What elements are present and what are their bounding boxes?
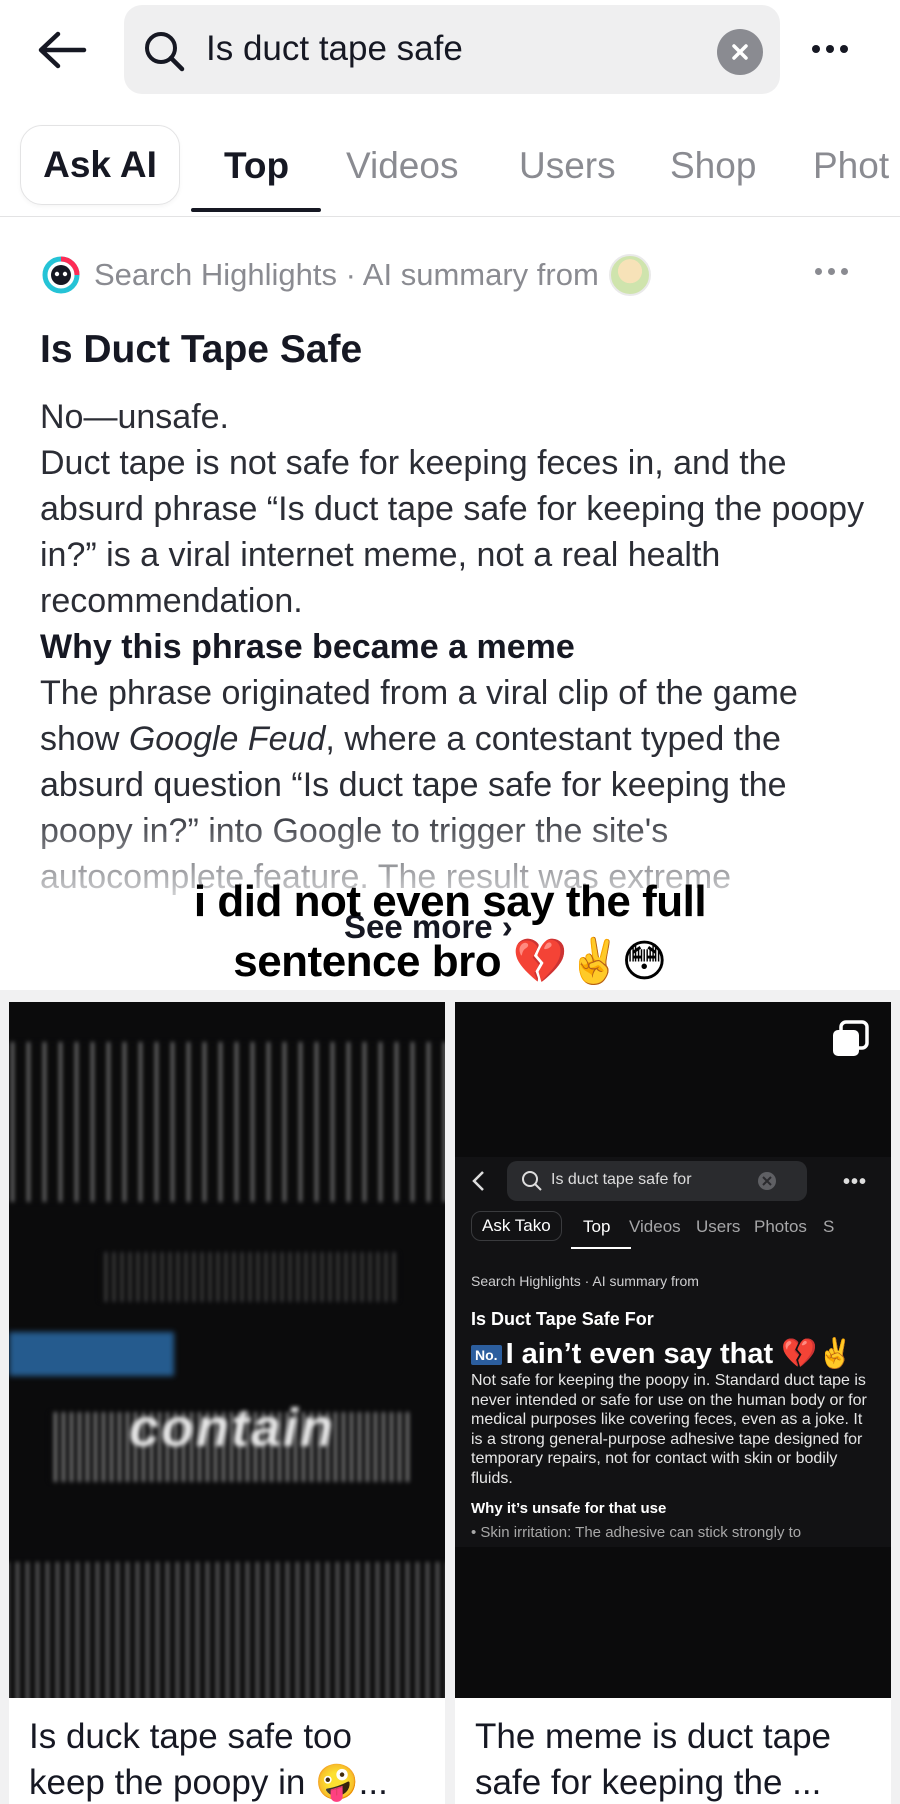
summary-answer: No—unsafe. <box>40 398 229 436</box>
tab-shop[interactable]: Shop <box>670 145 756 187</box>
summary-title: Is Duct Tape Safe <box>40 328 363 371</box>
preview-highlights: Search Highlights · AI summary from <box>471 1273 699 1289</box>
screenshot-preview: Is duct tape safe for ••• Ask Tako Top V… <box>455 1157 891 1547</box>
preview-search: Is duct tape safe for <box>507 1161 807 1201</box>
search-input[interactable]: Is duct tape safe <box>206 29 463 69</box>
avatar <box>608 254 651 296</box>
dot-icon <box>826 45 834 53</box>
tab-videos[interactable]: Videos <box>346 145 458 187</box>
dot-icon <box>840 45 848 53</box>
video-thumbnail[interactable]: Is duct tape safe for ••• Ask Tako Top V… <box>455 1002 891 1698</box>
summary-more-button[interactable] <box>812 268 851 275</box>
video-card[interactable]: contain Is duck tape safe too keep the p… <box>9 1002 445 1804</box>
ai-logo-icon <box>42 256 80 294</box>
more-options-button[interactable] <box>800 28 860 70</box>
more-icon: ••• <box>843 1171 868 1193</box>
blurred-highlight <box>9 1332 174 1376</box>
summary-heading: Why this phrase became a meme <box>40 628 575 666</box>
multi-photo-icon <box>833 1020 869 1056</box>
clear-search-button[interactable] <box>717 29 763 75</box>
summary-paragraph: Duct tape is not safe for keeping feces … <box>40 444 865 620</box>
tab-users[interactable]: Users <box>519 145 616 187</box>
top-bar: Is duct tape safe <box>0 0 900 100</box>
preview-title: Is Duct Tape Safe For <box>471 1309 654 1329</box>
video-title: Is duck tape safe too keep the poopy in … <box>29 1717 388 1802</box>
preview-overlay-text: No. I ain’t even say that 💔✌️ <box>471 1337 853 1371</box>
back-button[interactable] <box>36 20 100 80</box>
blurred-text: contain <box>129 1398 336 1458</box>
video-card[interactable]: Is duct tape safe for ••• Ask Tako Top V… <box>455 1002 891 1804</box>
summary-source-row: Search Highlights · AI summary from <box>42 252 651 298</box>
tab-photos[interactable]: Phot <box>813 145 889 187</box>
active-tab-indicator <box>191 208 321 212</box>
summary-source-label: Search Highlights · AI summary from <box>94 257 599 292</box>
back-chevron-icon <box>472 1171 484 1191</box>
close-icon <box>758 1172 776 1190</box>
search-icon <box>522 1171 542 1191</box>
video-thumbnail[interactable]: contain <box>9 1002 445 1698</box>
preview-bullet: • Skin irritation: The adhesive can stic… <box>471 1524 802 1541</box>
dot-icon <box>812 45 820 53</box>
video-caption-overlay: i did not even say the full sentence bro… <box>193 877 707 986</box>
search-icon <box>145 32 185 72</box>
preview-body: Not safe for keeping the poopy in. Stand… <box>471 1372 867 1487</box>
search-bar[interactable]: Is duct tape safe <box>124 5 780 94</box>
tab-top[interactable]: Top <box>224 145 289 187</box>
preview-heading: Why it’s unsafe for that use <box>471 1500 667 1517</box>
back-arrow-icon <box>38 31 87 69</box>
tab-ask-ai[interactable]: Ask AI <box>20 125 180 205</box>
video-title: The meme is duct tape safe for keeping t… <box>475 1717 831 1802</box>
close-icon <box>732 44 748 60</box>
search-tabs: Ask AI Top Videos Users Shop Phot <box>0 125 900 217</box>
